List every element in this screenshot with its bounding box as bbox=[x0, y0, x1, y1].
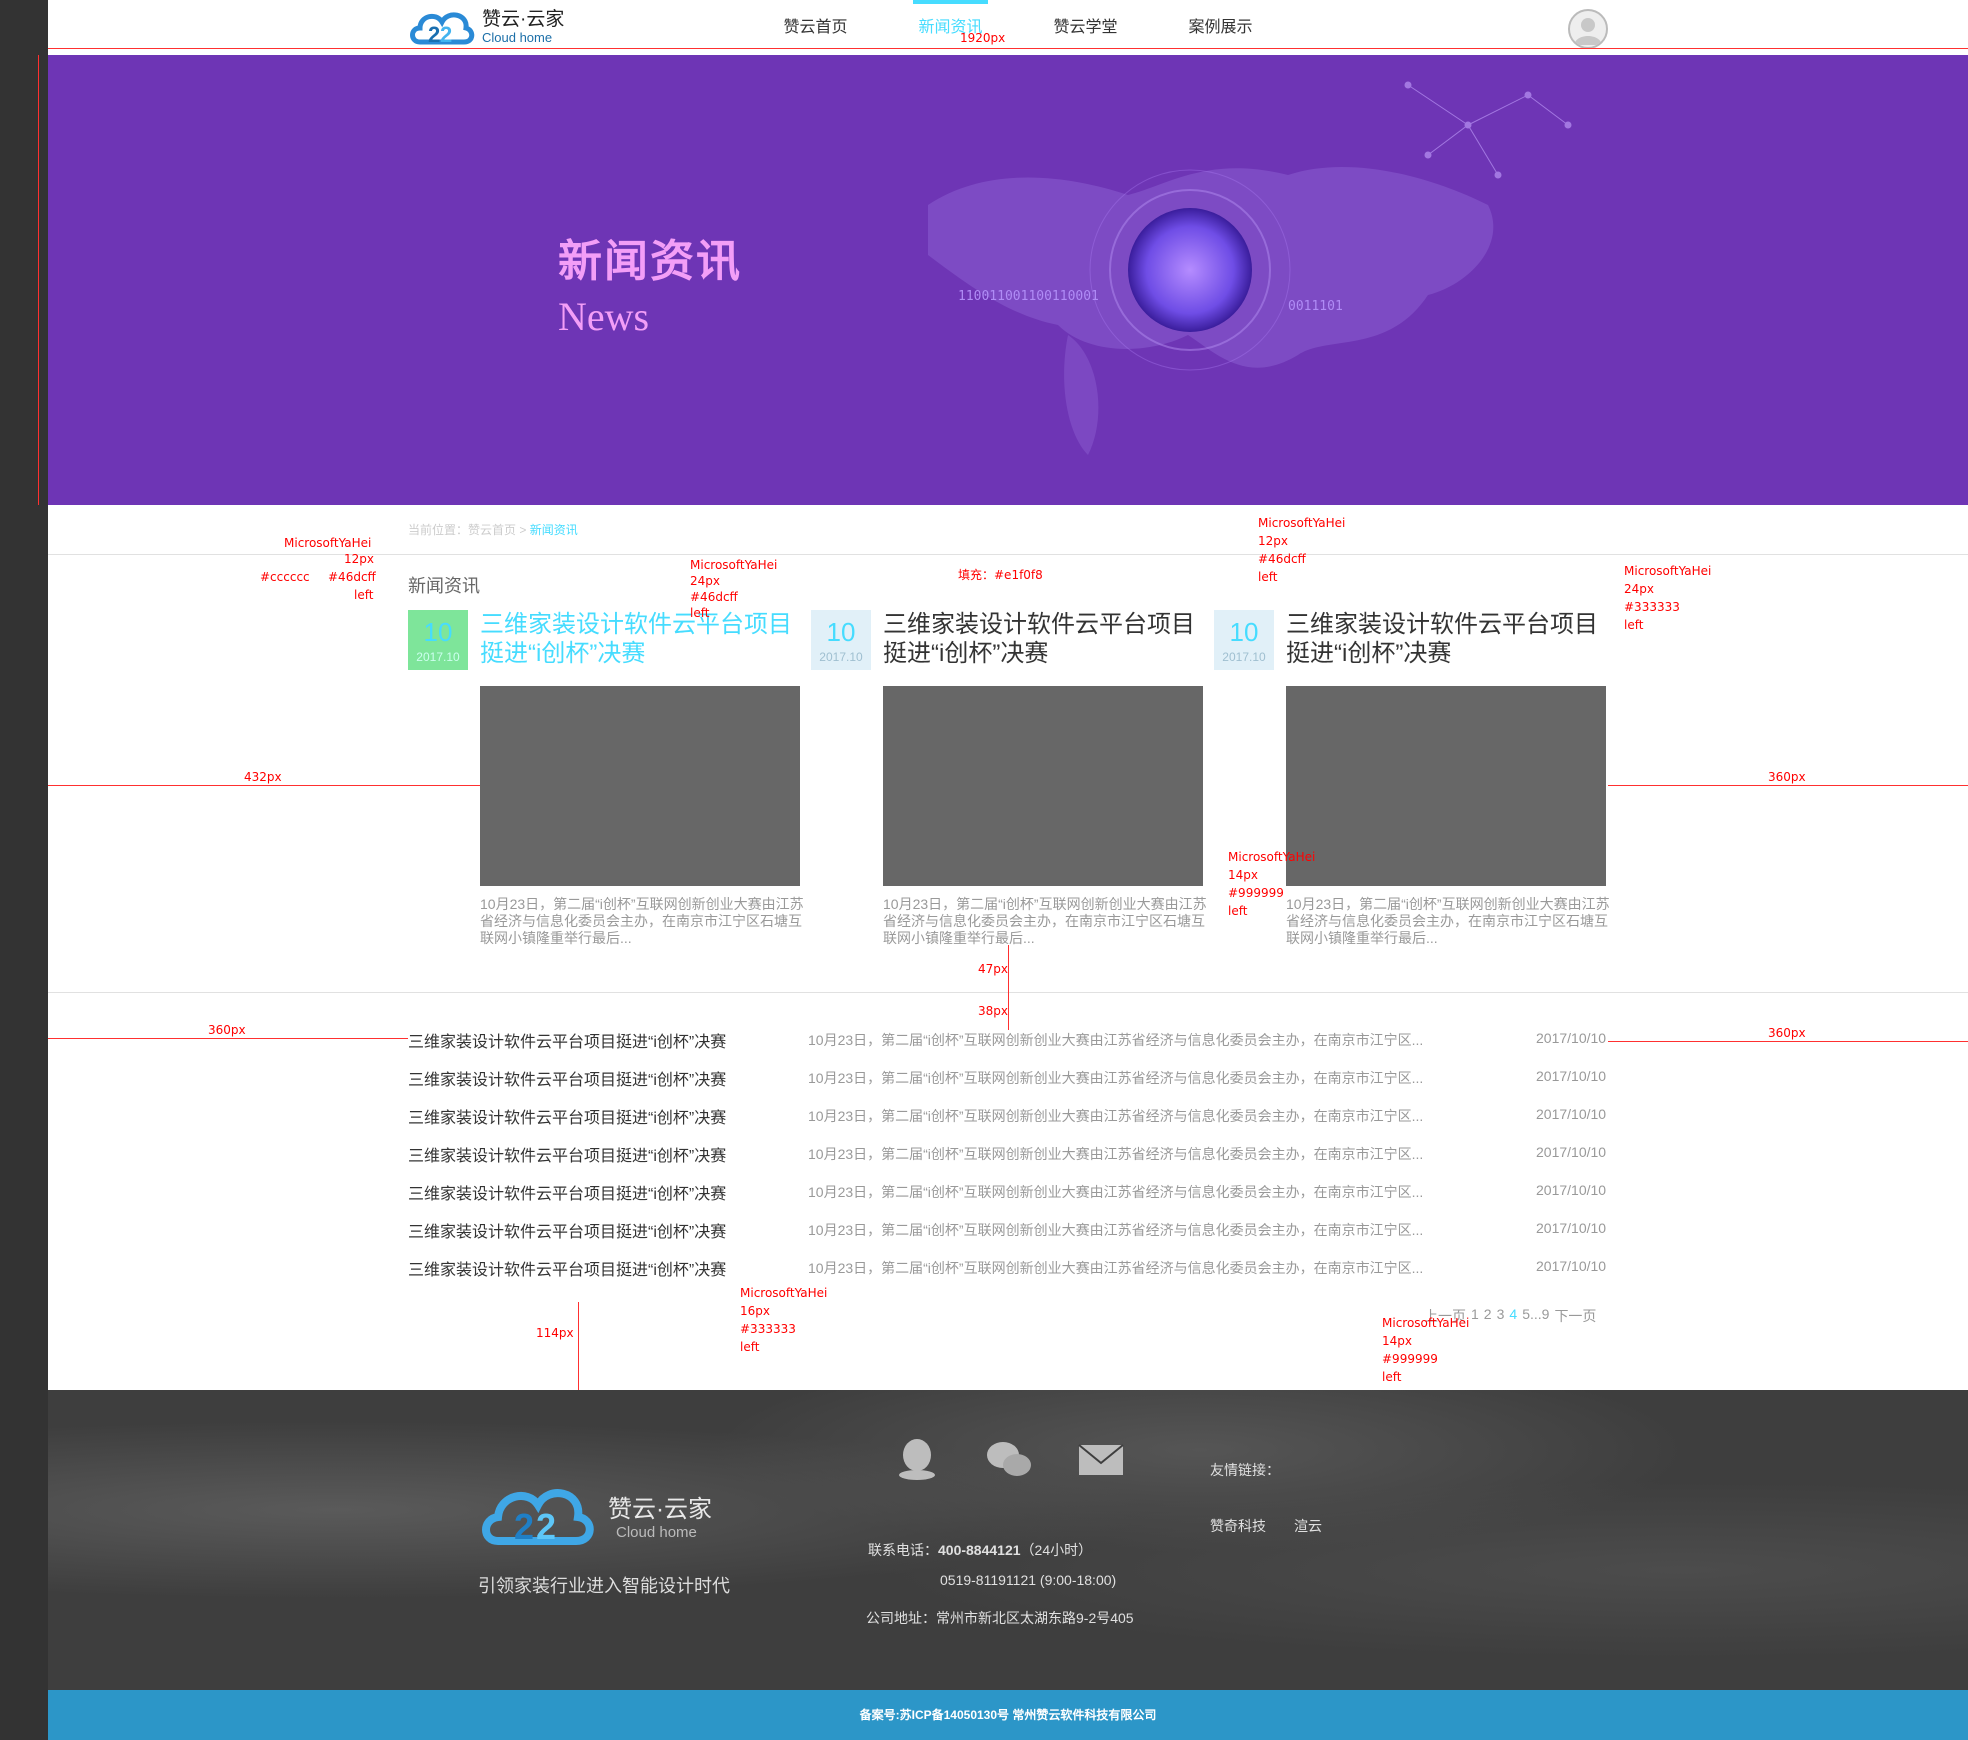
card-description: 10月23日，第二届“i创杯”互联网创新创业大赛由江苏省经济与信息化委员会主办，… bbox=[883, 896, 1207, 946]
logo-name: 赞云·云家 bbox=[482, 9, 565, 30]
divider bbox=[48, 554, 1968, 555]
mail-icon[interactable] bbox=[1077, 1435, 1125, 1483]
card-title[interactable]: 三维家装设计软件云平台项目挺进“i创杯”决赛 bbox=[480, 610, 810, 668]
list-item-title[interactable]: 三维家装设计软件云平台项目挺进“i创杯”决赛 bbox=[408, 1256, 726, 1280]
list-item-title[interactable]: 三维家装设计软件云平台项目挺进“i创杯”决赛 bbox=[408, 1104, 726, 1128]
cloud-logo-icon: 2 2 bbox=[410, 12, 475, 47]
social-icons bbox=[893, 1435, 1125, 1483]
logo[interactable]: 2 2 赞云·云家 Cloud home bbox=[408, 4, 564, 50]
pager-page[interactable]: 5...9 bbox=[1522, 1306, 1549, 1326]
pager-page[interactable]: 1 bbox=[1471, 1306, 1479, 1326]
card-image[interactable] bbox=[480, 686, 800, 886]
list-item-desc: 10月23日，第二届“i创杯”互联网创新创业大赛由江苏省经济与信息化委员会主办，… bbox=[808, 1032, 1424, 1048]
list-item-title[interactable]: 三维家装设计软件云平台项目挺进“i创杯”决赛 bbox=[408, 1218, 726, 1242]
list-item[interactable]: 三维家装设计软件云平台项目挺进“i创杯”决赛 10月23日，第二届“i创杯”互联网… bbox=[408, 1142, 1608, 1180]
list-item[interactable]: 三维家装设计软件云平台项目挺进“i创杯”决赛 10月23日，第二届“i创杯”互联网… bbox=[408, 1218, 1608, 1256]
pager-next[interactable]: 下一页 bbox=[1554, 1306, 1596, 1326]
date-badge: 10 2017.10 bbox=[811, 610, 871, 670]
pager-page[interactable]: 3 bbox=[1497, 1306, 1505, 1326]
footer-contact: 联系电话：400-8844121（24小时） 0519-81191121 (9:… bbox=[868, 1535, 1116, 1595]
banner-title: 新闻资讯 bbox=[558, 236, 742, 287]
pager-page-current[interactable]: 4 bbox=[1509, 1306, 1517, 1326]
list-item-date: 2017/10/10 bbox=[1536, 1144, 1607, 1160]
breadcrumb: 当前位置：赞云首页 > 新闻资讯 bbox=[408, 523, 578, 537]
list-item-desc: 10月23日，第二届“i创杯”互联网创新创业大赛由江苏省经济与信息化委员会主办，… bbox=[808, 1108, 1424, 1124]
header: 2 2 赞云·云家 Cloud home 赞云首页 新闻资讯 赞云学堂 案例展示 bbox=[48, 0, 1968, 52]
phone-number[interactable]: 400-8844121 bbox=[938, 1542, 1021, 1558]
banner-subtitle: News bbox=[558, 294, 650, 339]
footer-logo-name: 赞云·云家 bbox=[608, 1496, 712, 1523]
user-avatar-icon[interactable] bbox=[1568, 9, 1608, 49]
list-item-date: 2017/10/10 bbox=[1536, 1220, 1607, 1236]
list-item-date: 2017/10/10 bbox=[1536, 1106, 1607, 1122]
pager-page[interactable]: 2 bbox=[1484, 1306, 1492, 1326]
list-item-title[interactable]: 三维家装设计软件云平台项目挺进“i创杯”决赛 bbox=[408, 1142, 726, 1166]
list-item-desc: 10月23日，第二届“i创杯”互联网创新创业大赛由江苏省经济与信息化委员会主办，… bbox=[808, 1070, 1424, 1086]
list-item-title[interactable]: 三维家装设计软件云平台项目挺进“i创杯”决赛 bbox=[408, 1028, 726, 1052]
news-list: 三维家装设计软件云平台项目挺进“i创杯”决赛 10月23日，第二届“i创杯”互联网… bbox=[408, 1028, 1608, 1294]
list-item-date: 2017/10/10 bbox=[1536, 1182, 1607, 1198]
date-badge: 10 2017.10 bbox=[408, 610, 468, 670]
list-item-desc: 10月23日，第二届“i创杯”互联网创新创业大赛由江苏省经济与信息化委员会主办，… bbox=[808, 1260, 1424, 1276]
svg-text:2: 2 bbox=[428, 22, 440, 47]
footer-logo[interactable]: 2 2 赞云·云家 Cloud home bbox=[478, 1475, 712, 1555]
list-item-title[interactable]: 三维家装设计软件云平台项目挺进“i创杯”决赛 bbox=[408, 1180, 726, 1204]
list-item[interactable]: 三维家装设计软件云平台项目挺进“i创杯”决赛 10月23日，第二届“i创杯”互联网… bbox=[408, 1104, 1608, 1142]
footer-logo-english: Cloud home bbox=[616, 1524, 697, 1541]
svg-text:110011001100110001: 110011001100110001 bbox=[958, 289, 1099, 304]
card-description: 10月23日，第二届“i创杯”互联网创新创业大赛由江苏省经济与信息化委员会主办，… bbox=[1286, 896, 1610, 946]
list-item-date: 2017/10/10 bbox=[1536, 1030, 1607, 1046]
list-item-desc: 10月23日，第二届“i创杯”互联网创新创业大赛由江苏省经济与信息化委员会主办，… bbox=[808, 1146, 1424, 1162]
footer-address: 公司地址：常州市新北区太湖东路9-2号405 bbox=[866, 1610, 1134, 1626]
list-item[interactable]: 三维家装设计软件云平台项目挺进“i创杯”决赛 10月23日，第二届“i创杯”互联网… bbox=[408, 1256, 1608, 1294]
logo-english: Cloud home bbox=[482, 30, 553, 45]
list-item-desc: 10月23日，第二届“i创杯”互联网创新创业大赛由江苏省经济与信息化委员会主办，… bbox=[808, 1222, 1424, 1238]
breadcrumb-home[interactable]: 赞云首页 bbox=[468, 523, 516, 537]
list-item[interactable]: 三维家装设计软件云平台项目挺进“i创杯”决赛 10月23日，第二届“i创杯”互联网… bbox=[408, 1180, 1608, 1218]
footer: 2 2 赞云·云家 Cloud home 引领家装行业进入智能设计时代 联系电话… bbox=[48, 1390, 1968, 1690]
friend-links: 友情链接： 赞奇科技 渲云 bbox=[1210, 1460, 1322, 1536]
card-description: 10月23日，第二届“i创杯”互联网创新创业大赛由江苏省经济与信息化委员会主办，… bbox=[480, 896, 804, 946]
breadcrumb-prefix: 当前位置： bbox=[408, 523, 469, 537]
banner: 新闻资讯 News 110011001100110001 0011101 bbox=[48, 55, 1968, 505]
annotation-width: 1920px bbox=[960, 31, 1006, 45]
friend-links-title: 友情链接： bbox=[1210, 1462, 1280, 1478]
card-title[interactable]: 三维家装设计软件云平台项目挺进“i创杯”决赛 bbox=[1286, 610, 1616, 668]
friend-link[interactable]: 赞奇科技 bbox=[1210, 1516, 1266, 1536]
svg-text:2: 2 bbox=[440, 22, 452, 47]
card-image[interactable] bbox=[883, 686, 1203, 886]
cloud-logo-icon: 2 2 bbox=[482, 1489, 594, 1547]
svg-text:0011101: 0011101 bbox=[1288, 299, 1343, 314]
list-item[interactable]: 三维家装设计软件云平台项目挺进“i创杯”决赛 10月23日，第二届“i创杯”互联网… bbox=[408, 1028, 1608, 1066]
copyright-bar: 备案号:苏ICP备14050130号 常州赞云软件科技有限公司 bbox=[48, 1690, 1968, 1740]
date-badge: 10 2017.10 bbox=[1214, 610, 1274, 670]
footer-slogan: 引领家装行业进入智能设计时代 bbox=[478, 1576, 730, 1596]
card-image[interactable] bbox=[1286, 686, 1606, 886]
breadcrumb-current[interactable]: 新闻资讯 bbox=[530, 523, 578, 537]
list-item-date: 2017/10/10 bbox=[1536, 1068, 1607, 1084]
friend-link[interactable]: 渲云 bbox=[1294, 1516, 1322, 1536]
svg-text:2: 2 bbox=[536, 1506, 556, 1547]
nav-home[interactable]: 赞云首页 bbox=[748, 0, 883, 52]
world-map-illustration: 110011001100110001 0011101 bbox=[928, 81, 1572, 455]
left-dark-strip bbox=[0, 0, 48, 1740]
nav-cases[interactable]: 案例展示 bbox=[1153, 0, 1288, 52]
annotation-line bbox=[48, 48, 1968, 49]
list-item-title[interactable]: 三维家装设计软件云平台项目挺进“i创杯”决赛 bbox=[408, 1066, 726, 1090]
list-item[interactable]: 三维家装设计软件云平台项目挺进“i创杯”决赛 10月23日，第二届“i创杯”互联网… bbox=[408, 1066, 1608, 1104]
list-item-date: 2017/10/10 bbox=[1536, 1258, 1607, 1274]
card-title[interactable]: 三维家装设计软件云平台项目挺进“i创杯”决赛 bbox=[883, 610, 1213, 668]
nav-academy[interactable]: 赞云学堂 bbox=[1018, 0, 1153, 52]
list-item-desc: 10月23日，第二届“i创杯”互联网创新创业大赛由江苏省经济与信息化委员会主办，… bbox=[808, 1184, 1424, 1200]
section-title: 新闻资讯 bbox=[408, 576, 480, 596]
qq-icon[interactable] bbox=[893, 1435, 941, 1483]
svg-text:2: 2 bbox=[514, 1506, 534, 1547]
phone-number-2: 0519-81191121 (9:00-18:00) bbox=[940, 1572, 1117, 1588]
main-nav: 赞云首页 新闻资讯 赞云学堂 案例展示 bbox=[748, 0, 1288, 52]
page: 2 2 赞云·云家 Cloud home 赞云首页 新闻资讯 赞云学堂 案例展示… bbox=[38, 0, 1968, 1740]
wechat-icon[interactable] bbox=[985, 1435, 1033, 1483]
